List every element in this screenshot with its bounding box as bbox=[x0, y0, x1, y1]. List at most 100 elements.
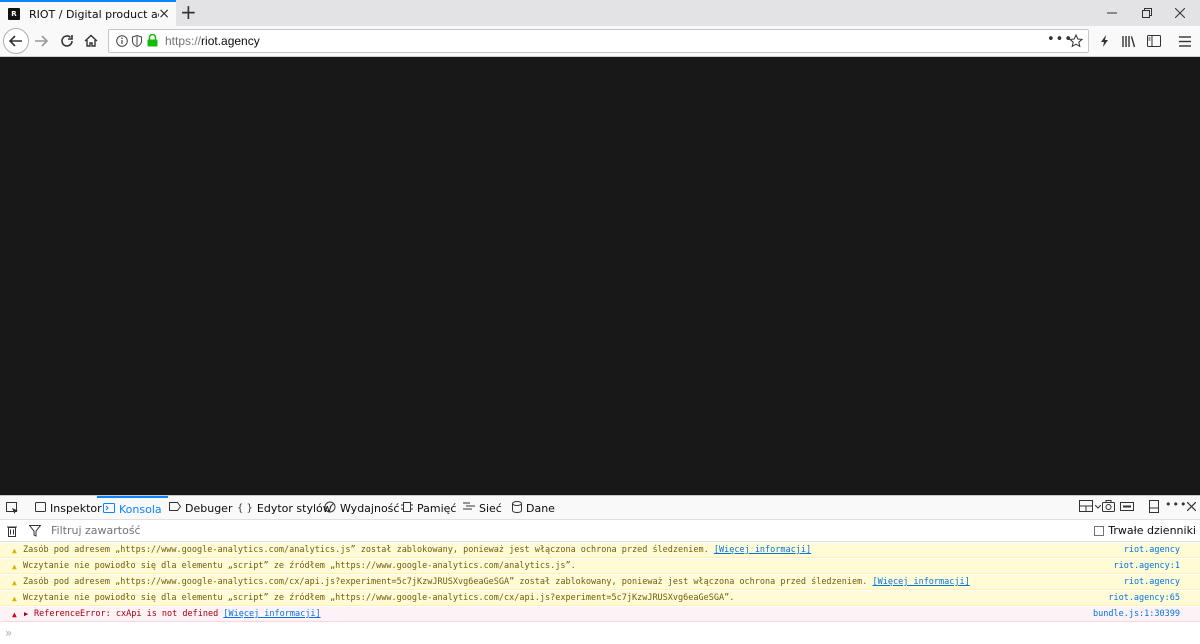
console-filter-bar: Filtruj zawartość Trwałe dzienniki bbox=[0, 520, 1200, 542]
tab-konsola[interactable]: Konsola bbox=[97, 496, 168, 520]
lock-icon[interactable] bbox=[147, 34, 158, 47]
tab-label: Sieć bbox=[479, 501, 502, 515]
info-icon[interactable] bbox=[116, 35, 128, 47]
console-input[interactable]: » bbox=[0, 625, 1200, 643]
menu-button[interactable] bbox=[1173, 29, 1197, 53]
style-editor-icon: { } bbox=[237, 502, 253, 514]
debugger-icon bbox=[169, 502, 182, 514]
new-tab-button[interactable]: + bbox=[180, 1, 197, 23]
message-source-link[interactable]: riot.agency:1 bbox=[1113, 561, 1180, 571]
library-icon bbox=[1122, 35, 1136, 47]
tab-label: Inspektor bbox=[50, 501, 102, 515]
home-button[interactable] bbox=[79, 29, 103, 53]
tab-pamiec[interactable]: Pamięć bbox=[401, 496, 456, 520]
persist-logs-label: Trwałe dzienniki bbox=[1108, 524, 1196, 537]
tab-siec[interactable]: Sieć bbox=[463, 496, 502, 520]
hamburger-menu-icon bbox=[1179, 35, 1191, 47]
sidebar-button[interactable] bbox=[1142, 29, 1166, 53]
console-message[interactable]: ▲ ▶ ReferenceError: cxApi is not defined… bbox=[0, 607, 1200, 622]
warning-icon: ▲ bbox=[12, 545, 17, 555]
tab-wydajnosc[interactable]: Wydajność bbox=[324, 496, 399, 520]
devtools-toolbar: Inspektor Konsola Debuger { } Edytor sty… bbox=[0, 496, 1200, 520]
message-source-link[interactable]: riot.agency:65 bbox=[1108, 593, 1180, 603]
warning-icon: ▲ bbox=[12, 593, 17, 603]
reload-button[interactable] bbox=[55, 29, 79, 53]
message-text: Wczytanie nie powiodło się dla elementu … bbox=[23, 561, 576, 571]
filter-funnel-icon[interactable] bbox=[29, 525, 41, 537]
tab-debuger[interactable]: Debuger bbox=[169, 496, 232, 520]
console-message[interactable]: ▲ Wczytanie nie powiodło się dla element… bbox=[0, 559, 1200, 574]
chevron-down-icon[interactable] bbox=[1095, 505, 1101, 509]
element-picker-icon bbox=[6, 501, 18, 514]
site-favicon: R bbox=[8, 8, 20, 20]
close-devtools-icon[interactable] bbox=[1187, 502, 1196, 511]
tab-inspektor[interactable]: Inspektor bbox=[35, 496, 102, 520]
clear-console-trash-icon[interactable] bbox=[7, 525, 17, 537]
message-text: Zasób pod adresem „https://www.google-an… bbox=[23, 545, 812, 555]
tab-label: Debuger bbox=[185, 501, 233, 515]
devtools-panel: Inspektor Konsola Debuger { } Edytor sty… bbox=[0, 495, 1200, 644]
console-icon bbox=[103, 502, 115, 516]
tab-dane[interactable]: Dane bbox=[512, 496, 555, 520]
tab-label: Edytor stylów bbox=[256, 501, 332, 515]
close-window-icon[interactable] bbox=[1160, 0, 1200, 26]
message-text: Zasób pod adresem „https://www.google-an… bbox=[23, 577, 970, 587]
message-source-link[interactable]: bundle.js:1:30399 bbox=[1093, 609, 1180, 619]
console-message[interactable]: ▲ Zasób pod adresem „https://www.google-… bbox=[0, 575, 1200, 590]
expand-triangle-icon[interactable]: ▶ bbox=[24, 610, 28, 618]
minimize-icon[interactable] bbox=[1092, 0, 1132, 26]
bookmark-star-icon[interactable] bbox=[1069, 34, 1083, 48]
tracking-protection-shield-icon[interactable] bbox=[132, 35, 142, 47]
library-button[interactable] bbox=[1117, 29, 1141, 53]
storage-icon bbox=[512, 500, 522, 516]
more-info-link[interactable]: [Więcej informacji] bbox=[714, 545, 811, 555]
more-info-link[interactable]: [Więcej informacji] bbox=[223, 609, 320, 619]
inspector-icon bbox=[35, 501, 46, 515]
split-console-icon[interactable] bbox=[1079, 500, 1093, 512]
url-host: riot.agency bbox=[201, 34, 260, 48]
message-text: ReferenceError: cxApi is not defined [Wi… bbox=[34, 609, 321, 619]
message-source-link[interactable]: riot.agency bbox=[1124, 545, 1180, 555]
network-icon bbox=[463, 502, 475, 515]
url-protocol: https:// bbox=[165, 34, 202, 48]
url-text[interactable]: https://riot.agency bbox=[165, 34, 260, 48]
tab-label: Konsola bbox=[119, 502, 162, 516]
persist-logs-toggle[interactable]: Trwałe dzienniki bbox=[1094, 524, 1196, 537]
forward-button[interactable] bbox=[29, 29, 53, 53]
forward-arrow-icon bbox=[35, 35, 48, 47]
message-source-link[interactable]: riot.agency bbox=[1124, 577, 1180, 587]
back-arrow-icon bbox=[9, 35, 22, 47]
warning-icon: ▲ bbox=[12, 561, 17, 571]
performance-icon bbox=[324, 501, 336, 516]
url-bar[interactable]: https://riot.agency ••• bbox=[108, 29, 1089, 53]
responsive-design-icon[interactable] bbox=[1120, 502, 1134, 512]
close-tab-icon[interactable]: × bbox=[158, 6, 170, 22]
screenshot-camera-icon[interactable] bbox=[1102, 500, 1115, 512]
tab-edytor-stylow[interactable]: { } Edytor stylów bbox=[237, 496, 332, 520]
browser-tab[interactable]: R RIOT / Digital product agency × bbox=[0, 0, 176, 26]
message-text: Wczytanie nie powiodło się dla elementu … bbox=[23, 593, 735, 603]
tab-label: Dane bbox=[526, 501, 555, 515]
lightning-extension-button[interactable] bbox=[1093, 29, 1117, 53]
more-info-link[interactable]: [Więcej informacji] bbox=[873, 577, 970, 587]
navigation-toolbar: https://riot.agency ••• bbox=[0, 26, 1200, 57]
tab-strip: R RIOT / Digital product agency × + bbox=[0, 0, 1200, 26]
warning-icon: ▲ bbox=[12, 577, 17, 587]
page-viewport[interactable] bbox=[0, 57, 1200, 495]
console-message[interactable]: ▲ Wczytanie nie powiodło się dla element… bbox=[0, 591, 1200, 606]
console-prompt-icon: » bbox=[5, 626, 13, 640]
memory-icon bbox=[401, 501, 413, 516]
more-options-icon[interactable]: ••• bbox=[1165, 498, 1187, 511]
tab-label: Pamięć bbox=[417, 501, 457, 515]
sidebar-icon bbox=[1147, 35, 1161, 47]
tab-title: RIOT / Digital product agency bbox=[29, 7, 159, 21]
back-button[interactable] bbox=[3, 28, 29, 54]
console-message[interactable]: ▲ Zasób pod adresem „https://www.google-… bbox=[0, 543, 1200, 558]
element-picker-button[interactable] bbox=[6, 496, 19, 520]
reload-icon bbox=[61, 35, 73, 47]
home-icon bbox=[84, 34, 98, 47]
filter-input[interactable]: Filtruj zawartość bbox=[51, 524, 141, 537]
persist-logs-checkbox[interactable] bbox=[1094, 525, 1105, 536]
dock-side-icon[interactable] bbox=[1149, 500, 1159, 513]
lightning-icon bbox=[1101, 35, 1108, 47]
